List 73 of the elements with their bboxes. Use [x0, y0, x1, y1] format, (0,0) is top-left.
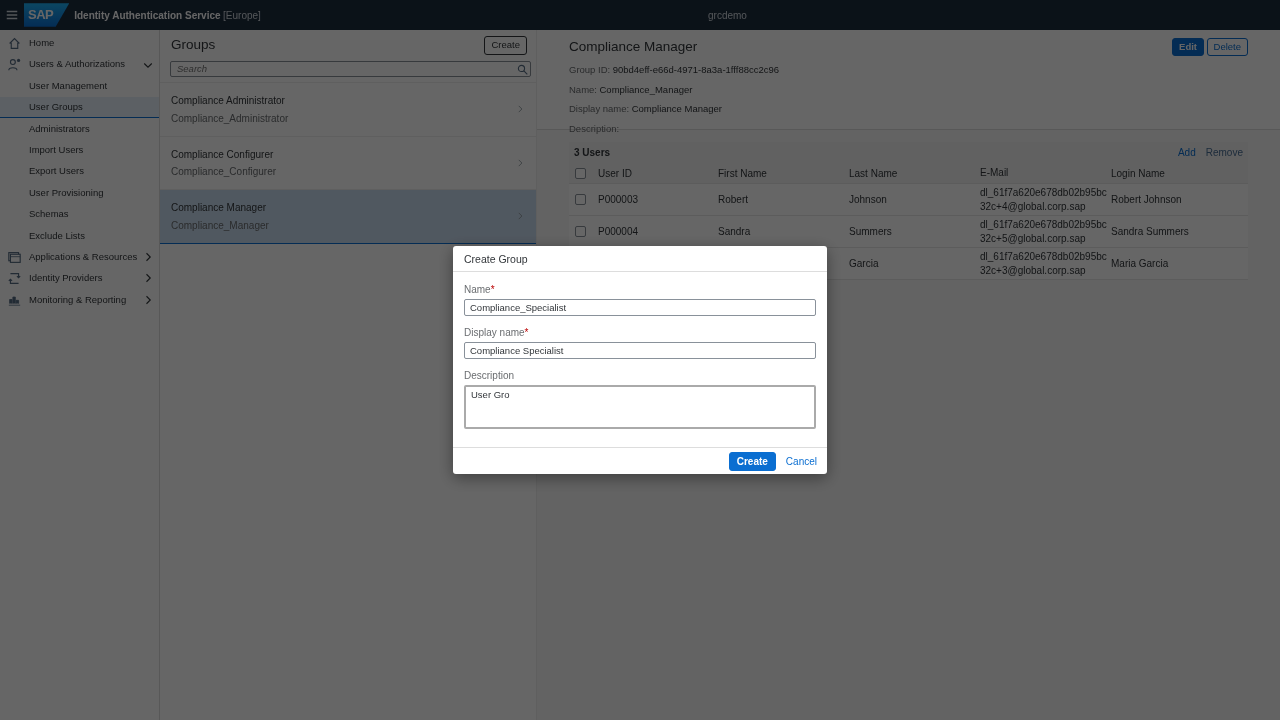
nav-item[interactable]: User Provisioning	[0, 182, 159, 204]
field-label: Name	[464, 283, 491, 297]
column-header: Login Name	[1111, 166, 1166, 181]
table-cell-text: Sandra Summers	[1111, 225, 1190, 239]
menu-icon	[5, 8, 19, 22]
table-cell-text: Summers	[849, 225, 893, 239]
table-cell-text: P000003	[598, 193, 640, 207]
group-subtitle: Compliance_Administrator	[171, 111, 290, 126]
field-value: 90bd4eff-e66d-4971-8a3a-1fff88cc2c96	[612, 62, 780, 77]
table-cell-text: P000004	[598, 225, 640, 239]
app-title: Identity Authentication Service	[74, 8, 221, 23]
field-label: Description	[464, 369, 516, 383]
required-mark: *	[490, 283, 495, 297]
tenant-name: grcdemo	[708, 8, 747, 23]
input-field[interactable]: Compliance Specialist	[464, 342, 816, 359]
nav-item[interactable]: Schemas	[0, 203, 159, 225]
table-cell-text: Maria Garcia	[1111, 257, 1170, 271]
nav-item[interactable]: Export Users	[0, 160, 159, 183]
toolbar-link[interactable]: Add	[1177, 145, 1196, 160]
windows-icon	[8, 250, 21, 264]
column-header: Last Name	[849, 166, 899, 181]
table-cell-text: dl_61f7a620e678db02b95bc32c+4@global.corp.sap	[980, 185, 1108, 214]
search-icon	[516, 63, 528, 75]
column-header: User ID	[598, 166, 633, 181]
table-cell-text: Robert Johnson	[1111, 193, 1183, 207]
table-cell-text: Johnson	[849, 193, 888, 207]
input-field[interactable]: Compliance_Specialist	[464, 299, 816, 316]
person-icon	[8, 58, 21, 72]
group-title: Compliance Administrator	[171, 94, 286, 108]
nav-item[interactable]: User Groups	[0, 96, 159, 119]
checkbox[interactable]	[575, 194, 586, 205]
table-cell-text: dl_61f7a620e678db02b95bc32c+5@global.corp.sap	[980, 217, 1108, 246]
nav-item[interactable]: Administrators	[0, 118, 159, 140]
group-title: Compliance Manager	[171, 201, 268, 215]
nav-item[interactable]: Identity Providers	[0, 267, 159, 290]
nav-item[interactable]: Users & Authorizations	[0, 53, 159, 76]
table-cell-text: Robert	[718, 193, 749, 207]
group-title: Compliance Configurer	[171, 147, 275, 162]
region-label: [Europe]	[223, 8, 261, 23]
chart-icon	[8, 293, 21, 307]
nav-item[interactable]: Monitoring & Reporting	[0, 289, 159, 311]
table-cell-text: Sandra	[718, 225, 752, 239]
toolbar-link: Remove	[1205, 145, 1243, 160]
nav-item[interactable]: Import Users	[0, 139, 159, 161]
field-label: Display name	[464, 326, 525, 340]
field-value: Compliance_Manager	[599, 82, 693, 97]
table-cell-text: dl_61f7a620e678db02b95bc32c+3@global.corp.sap	[980, 249, 1108, 278]
table-cell-text: Garcia	[849, 257, 880, 271]
checkbox[interactable]	[575, 226, 586, 237]
action-button[interactable]: Delete	[1206, 38, 1248, 57]
column-header: E-Mail	[980, 166, 1010, 180]
field-value: Compliance Manager	[631, 102, 722, 117]
field-label: Name:	[569, 82, 597, 97]
page-title: Groups	[171, 36, 216, 55]
create-button[interactable]: Create	[728, 451, 776, 471]
text-area[interactable]: User Gro	[464, 385, 816, 429]
logo: SAP	[24, 3, 70, 27]
group-subtitle: Compliance_Configurer	[171, 165, 278, 179]
checkbox[interactable]	[575, 167, 586, 179]
exchange-icon	[8, 272, 21, 285]
detail-title: Compliance Manager	[569, 38, 698, 56]
dialog-title: Create Group	[453, 246, 827, 272]
table-title: 3 Users	[574, 146, 612, 160]
nav-item[interactable]: Exclude Lists	[0, 225, 159, 247]
home-icon	[8, 36, 21, 50]
cancel-button[interactable]: Cancel	[785, 453, 817, 469]
nav-item[interactable]: Home	[0, 32, 159, 54]
nav-item[interactable]: User Management	[0, 75, 159, 97]
action-button[interactable]: Edit	[1172, 38, 1205, 57]
nav-item[interactable]: Applications & Resources	[0, 246, 159, 268]
column-header: First Name	[718, 166, 768, 181]
required-mark: *	[524, 326, 529, 340]
create-button[interactable]: Create	[484, 36, 527, 55]
